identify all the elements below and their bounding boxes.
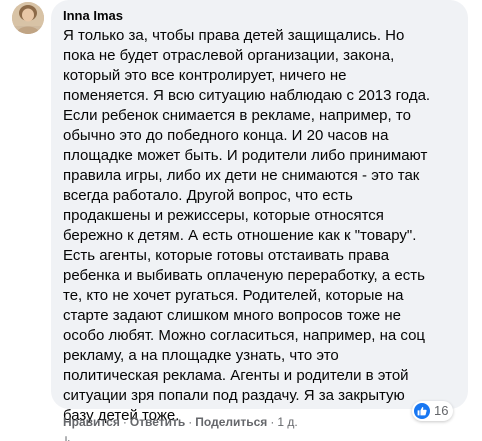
comment-line: площадке может быть. И родители либо при… — [63, 147, 428, 164]
comment-line: Есть агенты, которые готовы отстаивать п… — [63, 247, 390, 264]
reply-button[interactable]: Ответить — [130, 415, 185, 429]
share-button[interactable]: Поделиться — [195, 415, 267, 429]
avatar-photo — [12, 2, 44, 34]
comment-line: продакшены и режиссеры, которые относятс… — [63, 207, 384, 224]
like-button[interactable]: Нравится — [63, 415, 120, 429]
reaction-count: 16 — [434, 403, 449, 418]
comment-line: Если ребенок снимается в рекламе, наприм… — [63, 107, 411, 124]
separator: · — [122, 415, 127, 429]
comment-line: пока не будет отраслевой организации, за… — [63, 47, 395, 64]
comment-text: Я только за, чтобы права детей защищалис… — [63, 26, 463, 426]
comment-line: ребенка и выбивать оплаченую переработку… — [63, 267, 425, 284]
comment-line: поменяется. Я всю ситуацию наблюдаю с 20… — [63, 87, 431, 104]
comment-line: старте задают слишком много вопросов тож… — [63, 307, 401, 324]
avatar[interactable] — [12, 2, 44, 34]
comment-bubble: Inna Imas Я только за, чтобы права детей… — [51, 0, 468, 424]
comment-line: рекламу, а на площадке узнать, что это — [63, 347, 339, 364]
comment-line: который это все контролирует, ничего не — [63, 67, 347, 84]
comment-line: всегда работало. Другой вопрос, что есть — [63, 187, 353, 204]
comment-thread: Inna Imas Я только за, чтобы права детей… — [0, 0, 482, 441]
comment-timestamp[interactable]: 1 д. — [277, 415, 297, 429]
like-icon — [414, 403, 430, 419]
replies-preview[interactable]: ↳ — [63, 434, 73, 441]
comment-line: особо любят. Можно согласиться, например… — [63, 327, 426, 344]
comment-author[interactable]: Inna Imas — [63, 8, 123, 24]
reaction-summary[interactable]: 16 — [412, 401, 454, 421]
comment-line: ситуации зря попали под раздачу. Я за за… — [63, 387, 405, 404]
comment-line: бережно к детям. А есть отношение как к … — [63, 227, 417, 244]
separator: · — [188, 415, 193, 429]
comment-actions: Нравится · Ответить · Поделиться · 1 д. — [63, 414, 298, 430]
comment-line: Я только за, чтобы права детей защищалис… — [63, 27, 405, 44]
comment-line: политическая реклама. Агенты и родители … — [63, 367, 409, 384]
comment-line: те, кто не хочет ругаться. Родителей, ко… — [63, 287, 404, 304]
comment-line: правила игры, либо их дети не снимаются … — [63, 167, 420, 184]
separator: · — [270, 415, 275, 429]
comment-line: обычно это до победного конца. И 20 часо… — [63, 127, 389, 144]
reply-arrow-icon: ↳ — [63, 434, 74, 441]
